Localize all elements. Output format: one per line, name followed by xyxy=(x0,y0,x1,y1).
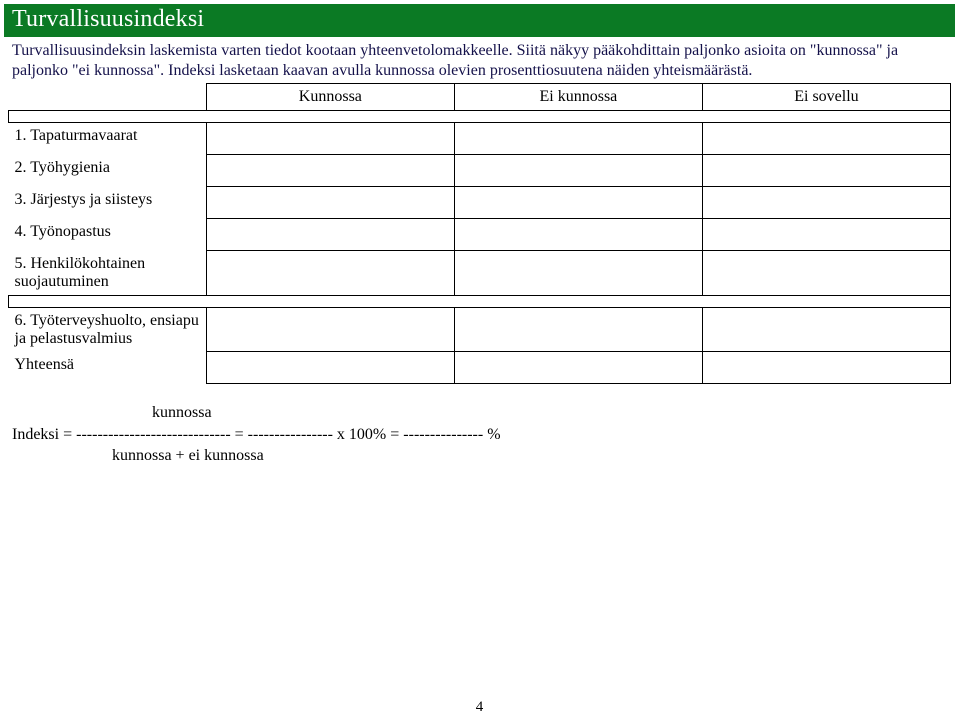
cell xyxy=(206,251,454,296)
col-ei-sovellu: Ei sovellu xyxy=(702,84,950,111)
cell xyxy=(702,187,950,219)
row-label: 3. Järjestys ja siisteys xyxy=(9,187,207,219)
page-title-bar: Turvallisuusindeksi xyxy=(4,4,955,37)
row-label: 6. Työterveyshuolto, ensiapu ja pelastus… xyxy=(9,307,207,352)
row-label: 2. Työhygienia xyxy=(9,155,207,187)
cell xyxy=(454,352,702,384)
cell xyxy=(702,155,950,187)
cell xyxy=(454,307,702,352)
table-row: 2. Työhygienia xyxy=(9,155,951,187)
formula-dash-res: --------------- xyxy=(403,426,483,443)
formula-dash-val: ---------------- xyxy=(248,426,333,443)
formula-denominator: kunnossa + ei kunnossa xyxy=(12,445,947,467)
page-number: 4 xyxy=(0,699,959,716)
page-title: Turvallisuusindeksi xyxy=(12,6,204,32)
cell xyxy=(206,352,454,384)
row-label: 5. Henkilökohtainen suojautuminen xyxy=(9,251,207,296)
table-row: 5. Henkilökohtainen suojautuminen xyxy=(9,251,951,296)
cell xyxy=(454,123,702,155)
col-kunnossa: Kunnossa xyxy=(206,84,454,111)
table-row: 4. Työnopastus xyxy=(9,219,951,251)
cell xyxy=(206,219,454,251)
cell xyxy=(206,187,454,219)
table-row-total: Yhteensä xyxy=(9,352,951,384)
table-row: 1. Tapaturmavaarat xyxy=(9,123,951,155)
table-header-row: Kunnossa Ei kunnossa Ei sovellu xyxy=(9,84,951,111)
cell xyxy=(206,155,454,187)
formula-times: x 100% = xyxy=(333,426,403,443)
formula-numerator: kunnossa xyxy=(12,402,947,424)
cell xyxy=(702,219,950,251)
formula-eq1: = xyxy=(231,426,248,443)
formula-pct: % xyxy=(483,426,500,443)
row-label: Yhteensä xyxy=(9,352,207,384)
index-table: Kunnossa Ei kunnossa Ei sovellu 1. Tapat… xyxy=(8,83,951,384)
cell xyxy=(702,352,950,384)
col-ei-kunnossa: Ei kunnossa xyxy=(454,84,702,111)
cell xyxy=(702,123,950,155)
formula-block: kunnossa Indeksi = ---------------------… xyxy=(4,384,955,467)
table-row: 6. Työterveyshuolto, ensiapu ja pelastus… xyxy=(9,307,951,352)
table-row: 3. Järjestys ja siisteys xyxy=(9,187,951,219)
row-label: 4. Työnopastus xyxy=(9,219,207,251)
cell xyxy=(454,251,702,296)
cell xyxy=(454,155,702,187)
cell xyxy=(206,123,454,155)
cell xyxy=(454,187,702,219)
row-label: 1. Tapaturmavaarat xyxy=(9,123,207,155)
cell xyxy=(702,251,950,296)
cell xyxy=(206,307,454,352)
formula-dash-frac: ----------------------------- xyxy=(76,426,231,443)
intro-text: Turvallisuusindeksin laskemista varten t… xyxy=(4,37,955,83)
formula-prefix: Indeksi = xyxy=(12,426,76,443)
cell xyxy=(702,307,950,352)
cell xyxy=(454,219,702,251)
